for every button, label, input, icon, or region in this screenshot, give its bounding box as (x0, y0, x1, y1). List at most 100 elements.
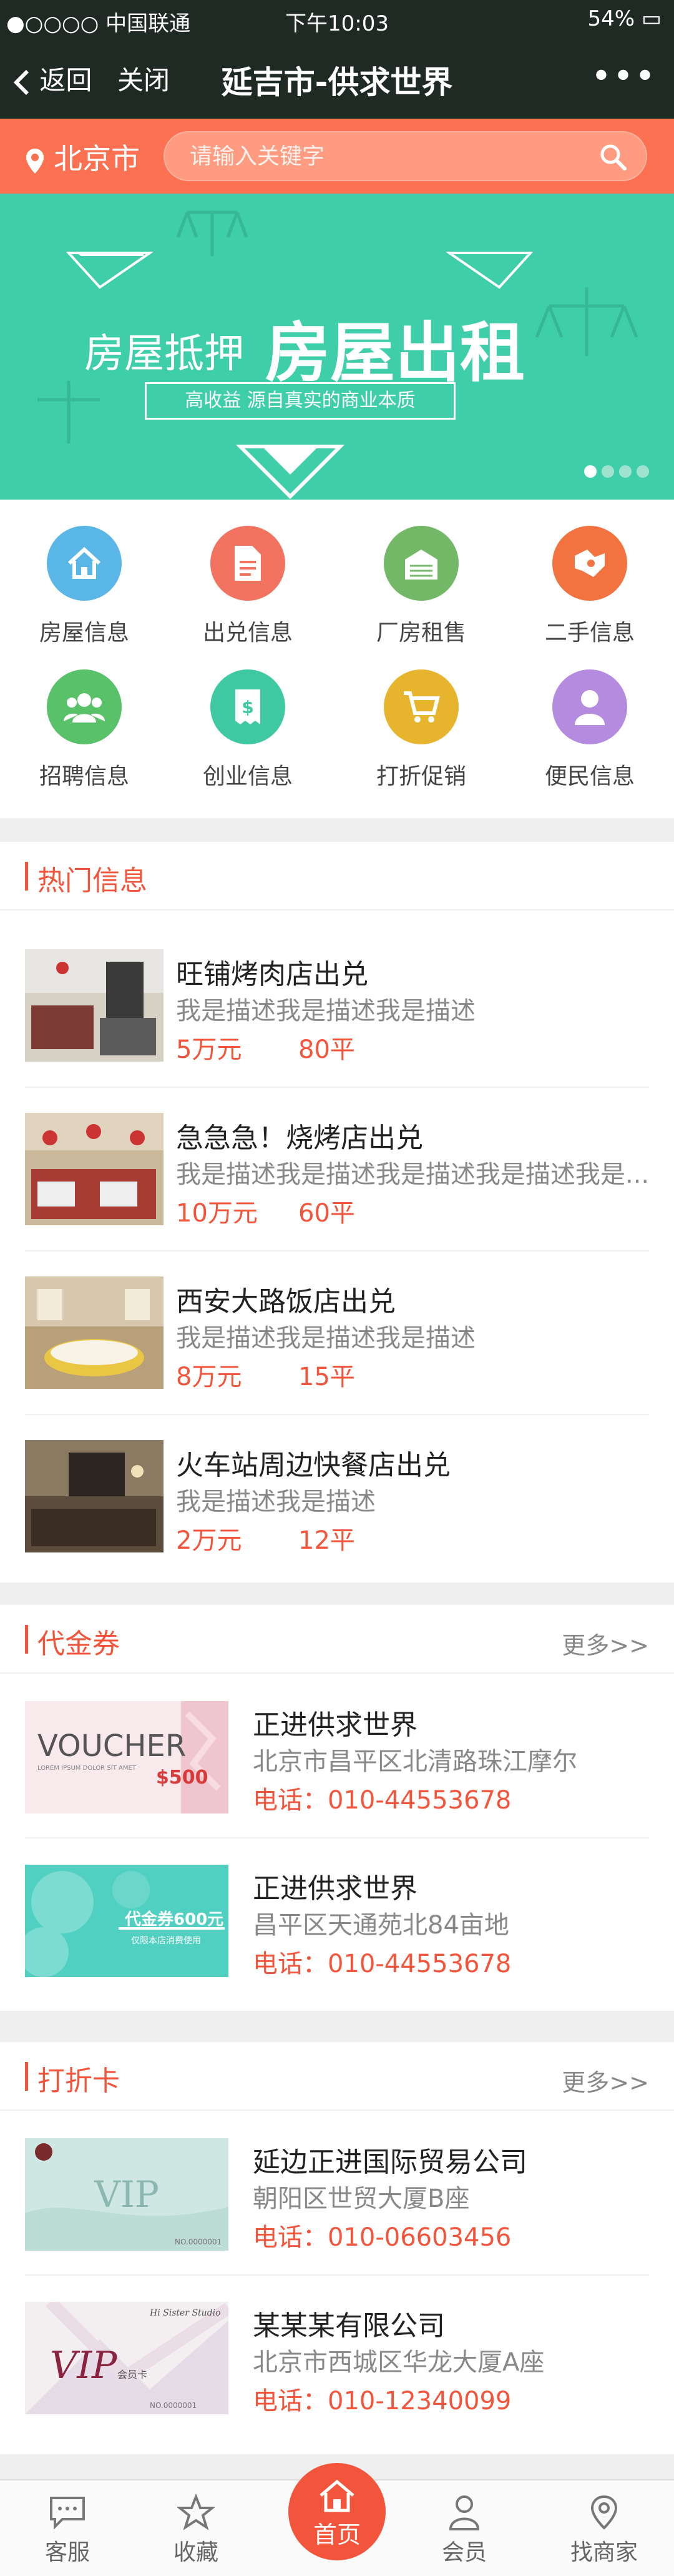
nav-header: 返回 关闭 延吉市-供求世界 ••• (0, 37, 674, 119)
list-item[interactable]: 西安大路饭店出兑 我是描述我是描述我是描述 8万元 15平 (0, 1251, 674, 1415)
banner-text-big: 房屋出租 (265, 315, 525, 391)
listing-desc: 我是描述我是描述我是描述 (176, 1324, 476, 1353)
listing-area: 12平 (298, 1526, 355, 1555)
receipt-icon: $ (210, 669, 285, 744)
status-bar: ●○○○○ 中国联通 下午10:03 54% ▭ (0, 0, 674, 37)
svg-text:$: $ (242, 697, 253, 718)
listing-desc: 我是描述我是描述我是描述我是描述我是... (176, 1160, 650, 1189)
listing-title: 急急急！烧烤店出兑 (176, 1122, 423, 1154)
list-item[interactable]: 火车站周边快餐店出兑 我是描述我是描述 2万元 12平 (0, 1415, 674, 1579)
list-item[interactable]: Hi Sister Studio VIP 会员卡 NO.0000001 某某某有限公司… (0, 2276, 674, 2439)
category-transfer[interactable]: 出兑信息 (164, 526, 332, 647)
banner-pagination (579, 465, 649, 480)
banner-text-small: 房屋抵押 (84, 331, 244, 377)
svg-text:仅限本店消费使用: 仅限本店消费使用 (131, 1935, 201, 1946)
section-header: 代金券 更多>> (0, 1605, 674, 1674)
listing-area: 60平 (298, 1199, 355, 1228)
svg-text:VOUCHER: VOUCHER (37, 1729, 186, 1764)
merchant-phone[interactable]: 电话：010-44553678 (253, 1943, 511, 1980)
search-box (164, 131, 647, 181)
bottom-nav: 客服 收藏 首页 会员 找商家 (0, 2463, 674, 2576)
search-input[interactable] (190, 132, 589, 180)
pagination-dot[interactable] (602, 465, 614, 478)
list-item[interactable]: VIP NO.0000001 延边正进国际贸易公司 朝阳区世贸大厦B座 电话：01… (0, 2112, 674, 2276)
home-icon (288, 2478, 386, 2515)
card-image: Hi Sister Studio VIP 会员卡 NO.0000001 (25, 2302, 228, 2414)
listing-thumbnail (25, 1276, 164, 1389)
location-icon (537, 2494, 672, 2532)
more-link[interactable]: 更多>> (562, 2063, 649, 2098)
category-jobs[interactable]: 招聘信息 (0, 669, 168, 791)
battery: 54% ▭ (587, 6, 662, 31)
voucher-image: 代金券600元 仅限本店消费使用 (25, 1865, 228, 1977)
nav-find-merchant[interactable]: 找商家 (537, 2480, 672, 2567)
card-image: VIP NO.0000001 (25, 2138, 228, 2251)
listing-area: 80平 (298, 1035, 355, 1064)
list-item[interactable]: VOUCHER $500 LOREM IPSUM DOLOR SIT AMET 正进… (0, 1675, 674, 1838)
banner-subtitle: 高收益 源自真实的商业本质 (145, 382, 456, 420)
pagination-dot[interactable] (584, 465, 597, 478)
star-icon (129, 2493, 263, 2532)
category-grid: 房屋信息 出兑信息 厂房租售 二手信息 招聘信息 $ 创业信息 打折促销 便民信 (0, 500, 674, 818)
category-convenience[interactable]: 便民信息 (506, 669, 674, 791)
nav-home[interactable]: 首页 (288, 2463, 386, 2560)
merchant-address: 昌平区天通苑北84亩地 (253, 1911, 509, 1940)
svg-text:VIP: VIP (50, 2344, 118, 2387)
svg-text:NO.0000001: NO.0000001 (150, 2401, 197, 2410)
voucher-section: 代金券 更多>> VOUCHER $500 LOREM IPSUM DOLOR SI… (0, 1605, 674, 2011)
listing-title: 火车站周边快餐店出兑 (176, 1449, 451, 1481)
list-item[interactable]: 代金券600元 仅限本店消费使用 正进供求世界 昌平区天通苑北84亩地 电话：01… (0, 1838, 674, 2002)
merchant-address: 朝阳区世贸大厦B座 (253, 2184, 470, 2213)
merchant-phone[interactable]: 电话：010-06603456 (253, 2217, 511, 2253)
listing-title: 旺铺烤肉店出兑 (176, 959, 368, 990)
pagination-dot[interactable] (637, 465, 649, 478)
merchant-name: 某某某有限公司 (253, 2310, 445, 2342)
cart-icon (384, 669, 459, 744)
merchant-name: 正进供求世界 (253, 1873, 418, 1905)
category-promotion[interactable]: 打折促销 (337, 669, 506, 791)
svg-text:LOREM IPSUM DOLOR SIT AMET: LOREM IPSUM DOLOR SIT AMET (37, 1765, 137, 1772)
more-link[interactable]: 更多>> (562, 1626, 649, 1661)
factory-icon (384, 526, 459, 601)
category-house[interactable]: 房屋信息 (0, 526, 168, 647)
listing-desc: 我是描述我是描述 (176, 1488, 376, 1516)
promo-banner[interactable]: 房屋抵押 房屋出租 高收益 源自真实的商业本质 (0, 194, 674, 500)
merchant-phone[interactable]: 电话：010-12340099 (253, 2381, 511, 2417)
listing-area: 15平 (298, 1363, 355, 1391)
svg-text:VIP: VIP (94, 2173, 159, 2216)
svg-text:$500: $500 (156, 1767, 208, 1789)
nav-customer-service[interactable]: 客服 (0, 2480, 135, 2567)
nav-favorites[interactable]: 收藏 (129, 2480, 263, 2567)
listing-thumbnail (25, 1440, 164, 1552)
category-factory[interactable]: 厂房租售 (337, 526, 506, 647)
nav-member[interactable]: 会员 (397, 2480, 532, 2567)
listing-price: 2万元 (176, 1526, 242, 1555)
pagination-dot[interactable] (619, 465, 632, 478)
section-title: 打折卡 (37, 2065, 120, 2097)
search-bar: 北京市 (0, 119, 674, 194)
merchant-address: 北京市昌平区北清路珠江摩尔 (253, 1747, 577, 1776)
listing-thumbnail (25, 1113, 164, 1225)
section-title: 代金券 (37, 1628, 120, 1660)
city-selector[interactable]: 北京市 (25, 136, 140, 177)
discount-card-section: 打折卡 更多>> VIP NO.0000001 延边正进国际贸易公司 朝阳区世贸大… (0, 2042, 674, 2454)
svg-text:Hi Sister Studio: Hi Sister Studio (149, 2308, 221, 2318)
page-title: 延吉市-供求世界 (221, 64, 453, 101)
section-title: 热门信息 (37, 865, 147, 897)
list-item[interactable]: 旺铺烤肉店出兑 我是描述我是描述我是描述 5万元 80平 (0, 924, 674, 1088)
document-icon (210, 526, 285, 601)
category-startup[interactable]: $ 创业信息 (164, 669, 332, 791)
category-secondhand[interactable]: 二手信息 (506, 526, 674, 647)
svg-text:会员卡: 会员卡 (117, 2369, 147, 2381)
hot-info-section: 热门信息 旺铺烤肉店出兑 我是描述我是描述我是描述 5万元 80平 急急急！烧烤… (0, 842, 674, 1582)
listing-price: 5万元 (176, 1035, 242, 1064)
search-icon[interactable] (598, 142, 627, 171)
listing-thumbnail (25, 949, 164, 1062)
merchant-phone[interactable]: 电话：010-44553678 (253, 1780, 511, 1816)
user-icon (397, 2494, 532, 2532)
voucher-image: VOUCHER $500 LOREM IPSUM DOLOR SIT AMET (25, 1701, 228, 1814)
list-item[interactable]: 急急急！烧烤店出兑 我是描述我是描述我是描述我是描述我是... 10万元 60平 (0, 1088, 674, 1251)
location-pin-icon (26, 148, 44, 174)
listing-price: 10万元 (176, 1199, 258, 1228)
more-button[interactable]: ••• (591, 56, 657, 97)
